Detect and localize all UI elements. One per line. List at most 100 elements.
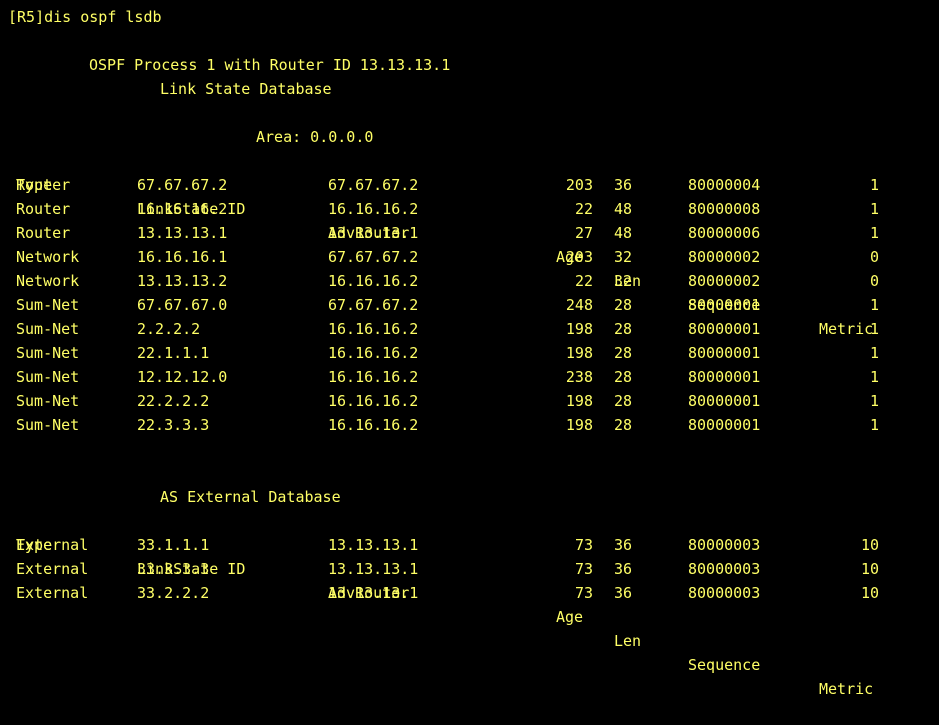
command-line: [R5]dis ospf lsdb (8, 8, 162, 26)
cell-len: 28 (614, 320, 633, 338)
cell-len: 28 (614, 344, 633, 362)
cell-age: 22 (574, 272, 593, 290)
cell-sequence: 80000003 (688, 584, 761, 602)
cell-len: 48 (614, 200, 633, 218)
header-metric: Metric (819, 680, 874, 698)
cell-age: 198 (565, 392, 593, 410)
cell-type: Sum-Net (16, 320, 80, 338)
cell-metric: 1 (869, 416, 879, 434)
cell-len: 28 (614, 416, 633, 434)
cell-advrouter: 13.13.13.1 (328, 560, 419, 578)
table-row: Sum-Net 22.1.1.1 16.16.16.2 198 28 80000001 1 (0, 341, 939, 365)
cell-len: 48 (614, 224, 633, 242)
cell-type: Sum-Net (16, 344, 80, 362)
table-row: Sum-Net 12.12.12.0 16.16.16.2 238 28 80000001… (0, 365, 939, 389)
cell-type: External (16, 584, 89, 602)
cell-age: 198 (565, 320, 593, 338)
cell-type: Network (16, 272, 80, 290)
cell-age: 198 (565, 416, 593, 434)
cell-metric: 1 (869, 200, 879, 218)
ospf-process-line: OSPF Process 1 with Router ID 13.13.13.1 (89, 56, 451, 74)
cell-advrouter: 16.16.16.2 (328, 320, 419, 338)
cell-advrouter: 16.16.16.2 (328, 272, 419, 290)
cell-type: Sum-Net (16, 392, 80, 410)
cell-sequence: 80000001 (688, 416, 761, 434)
cell-linkstate-id: 67.67.67.0 (137, 296, 228, 314)
cell-age: 198 (565, 344, 593, 362)
cell-linkstate-id: 13.13.13.1 (137, 224, 228, 242)
cell-type: Router (16, 200, 71, 218)
cell-metric: 1 (869, 344, 879, 362)
cell-age: 27 (574, 224, 593, 242)
cell-metric: 10 (860, 584, 879, 602)
cell-linkstate-id: 12.12.12.0 (137, 368, 228, 386)
cell-advrouter: 13.13.13.1 (328, 224, 419, 242)
cell-sequence: 80000008 (688, 200, 761, 218)
cell-advrouter: 16.16.16.2 (328, 392, 419, 410)
cell-linkstate-id: 22.1.1.1 (137, 344, 210, 362)
cell-age: 73 (574, 584, 593, 602)
cell-linkstate-id: 22.3.3.3 (137, 416, 210, 434)
cell-len: 28 (614, 296, 633, 314)
cell-age: 203 (565, 248, 593, 266)
header-age: Age (556, 608, 584, 626)
cell-metric: 1 (869, 392, 879, 410)
cell-linkstate-id: 33.3.3.3 (137, 560, 210, 578)
cell-type: External (16, 560, 89, 578)
cell-len: 28 (614, 392, 633, 410)
cell-sequence: 80000004 (688, 176, 761, 194)
cell-linkstate-id: 2.2.2.2 (137, 320, 201, 338)
terminal-window[interactable]: [R5]dis ospf lsdb OSPF Process 1 with Ro… (0, 0, 939, 698)
cell-sequence: 80000001 (688, 296, 761, 314)
cell-len: 32 (614, 272, 633, 290)
table-row: Router 13.13.13.1 13.13.13.1 27 48 80000006 1 (0, 221, 939, 245)
cell-sequence: 80000001 (688, 368, 761, 386)
cell-sequence: 80000003 (688, 536, 761, 554)
table-row: Network 13.13.13.2 16.16.16.2 22 32 80000002 0 (0, 269, 939, 293)
cell-len: 36 (614, 176, 633, 194)
cell-sequence: 80000001 (688, 344, 761, 362)
cell-age: 203 (565, 176, 593, 194)
external-database-title: AS External Database (160, 488, 341, 506)
cell-type: Sum-Net (16, 368, 80, 386)
cell-len: 36 (614, 560, 633, 578)
table-row: Router 67.67.67.2 67.67.67.2 203 36 80000004 1 (0, 173, 939, 197)
cell-metric: 10 (860, 536, 879, 554)
cell-advrouter: 67.67.67.2 (328, 296, 419, 314)
table-row: Network 16.16.16.1 67.67.67.2 203 32 80000002… (0, 245, 939, 269)
cell-type: Sum-Net (16, 296, 80, 314)
cell-len: 32 (614, 248, 633, 266)
cell-advrouter: 13.13.13.1 (328, 536, 419, 554)
cell-sequence: 80000002 (688, 248, 761, 266)
table-row: External 33.2.2.2 13.13.13.1 73 36 80000003 10 (0, 581, 939, 605)
table-row: Sum-Net 22.2.2.2 16.16.16.2 198 28 80000001 1 (0, 389, 939, 413)
cell-age: 238 (565, 368, 593, 386)
cell-advrouter: 16.16.16.2 (328, 200, 419, 218)
cell-advrouter: 67.67.67.2 (328, 176, 419, 194)
cell-advrouter: 16.16.16.2 (328, 368, 419, 386)
cell-age: 22 (574, 200, 593, 218)
cell-metric: 1 (869, 176, 879, 194)
cell-advrouter: 67.67.67.2 (328, 248, 419, 266)
cell-age: 73 (574, 536, 593, 554)
cell-metric: 1 (869, 296, 879, 314)
header-len: Len (614, 632, 642, 650)
cell-linkstate-id: 13.13.13.2 (137, 272, 228, 290)
cell-len: 36 (614, 584, 633, 602)
cell-type: Sum-Net (16, 416, 80, 434)
cell-type: External (16, 536, 89, 554)
cell-len: 36 (614, 536, 633, 554)
cell-sequence: 80000001 (688, 320, 761, 338)
cell-age: 248 (565, 296, 593, 314)
cell-type: Router (16, 176, 71, 194)
cell-metric: 1 (869, 320, 879, 338)
table-row: Sum-Net 67.67.67.0 67.67.67.2 248 28 80000001… (0, 293, 939, 317)
cell-sequence: 80000003 (688, 560, 761, 578)
table-row: Router 16.16.16.2 16.16.16.2 22 48 80000008 1 (0, 197, 939, 221)
cell-sequence: 80000001 (688, 392, 761, 410)
cell-advrouter: 16.16.16.2 (328, 416, 419, 434)
table-row: External 33.1.1.1 13.13.13.1 73 36 80000003 10 (0, 533, 939, 557)
cell-linkstate-id: 22.2.2.2 (137, 392, 210, 410)
cell-metric: 0 (869, 248, 879, 266)
cell-metric: 1 (869, 224, 879, 242)
